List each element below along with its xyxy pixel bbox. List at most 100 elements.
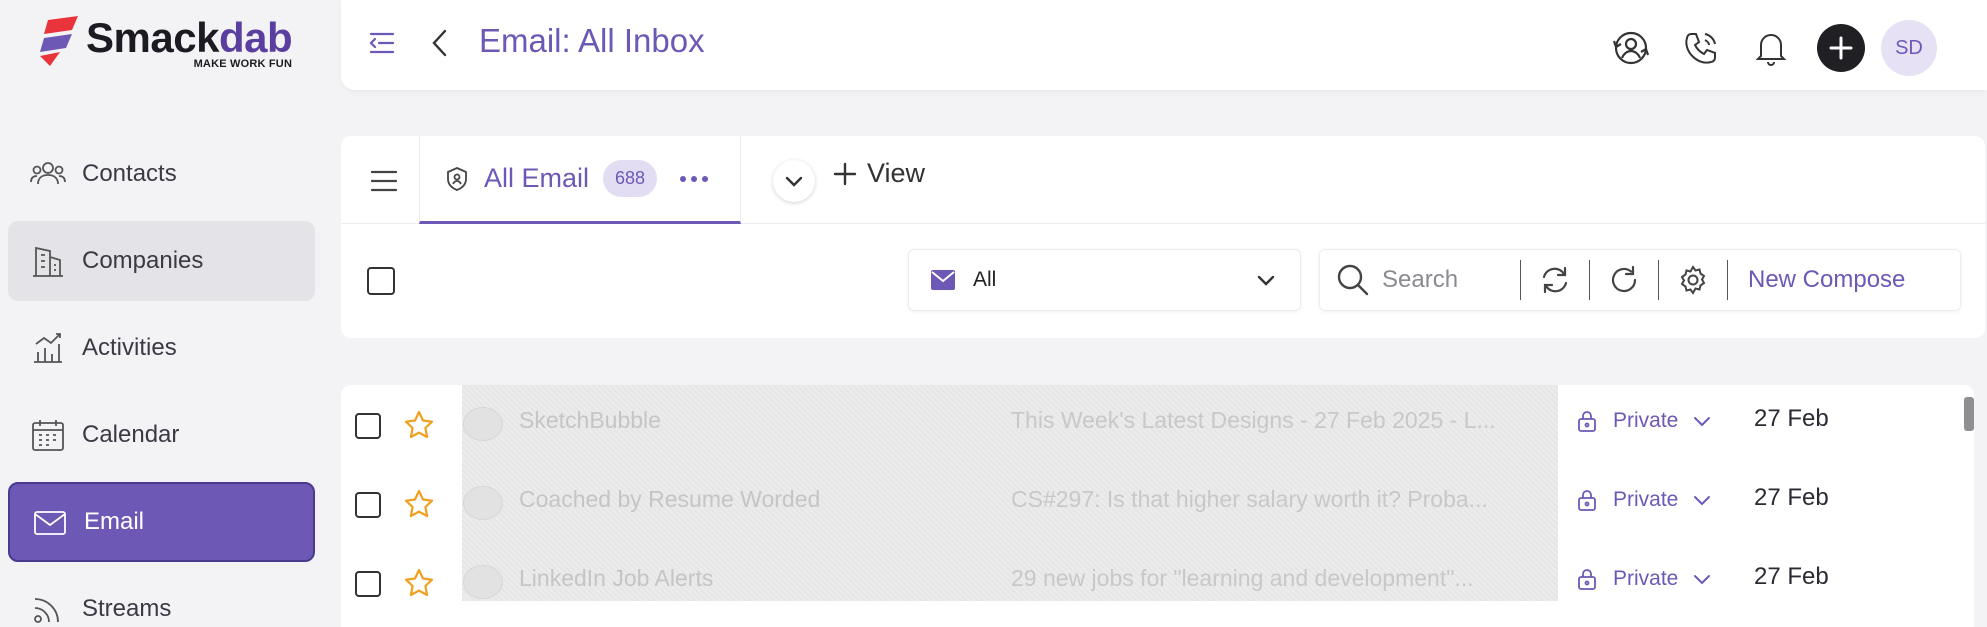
- building-icon: [33, 246, 63, 277]
- chevron-down-icon: [1257, 275, 1275, 286]
- user-sync-icon: [1612, 31, 1650, 65]
- row-checkbox[interactable]: [355, 413, 381, 439]
- email-subject: This Week's Latest Designs - 27 Feb 2025…: [1011, 407, 1496, 433]
- visibility-label: Private: [1613, 488, 1679, 511]
- sidebar-item-label: Companies: [82, 247, 204, 274]
- divider: [1658, 260, 1659, 300]
- collapse-sidebar-icon[interactable]: [365, 26, 399, 60]
- search-input[interactable]: [1382, 266, 1502, 294]
- views-dropdown-button[interactable]: [773, 160, 815, 202]
- sidebar: Smackdab MAKE WORK FUN Contacts Companie…: [0, 0, 340, 627]
- streams-icon: [34, 598, 59, 623]
- divider: [1589, 260, 1590, 300]
- sidebar-item-contacts[interactable]: Contacts: [8, 134, 315, 214]
- star-icon[interactable]: [403, 488, 435, 520]
- chevron-down-icon: [1694, 575, 1711, 585]
- notifications-button[interactable]: [1747, 24, 1795, 72]
- logo-name-part2: dab: [218, 14, 293, 61]
- shield-user-icon: [447, 166, 467, 191]
- sync-icon[interactable]: [1539, 264, 1571, 296]
- email-date: 27 Feb: [1754, 405, 1829, 432]
- tab-all-email[interactable]: All Email 688: [419, 136, 741, 224]
- email-row[interactable]: LinkedIn Job Alerts 29 new jobs for "lea…: [341, 543, 1974, 622]
- sidebar-item-activities[interactable]: Activities: [8, 308, 315, 388]
- plus-icon: [1829, 36, 1853, 60]
- email-date: 27 Feb: [1754, 563, 1829, 590]
- settings-gear-icon[interactable]: [1677, 264, 1709, 296]
- email-sender: LinkedIn Job Alerts: [519, 565, 714, 591]
- create-new-button[interactable]: [1817, 24, 1865, 72]
- add-view-label: View: [867, 158, 926, 188]
- sidebar-nav: Contacts Companies Activities Calendar E…: [8, 134, 315, 627]
- list-scrollbar[interactable]: [1964, 397, 1974, 431]
- lock-icon: [1578, 411, 1596, 432]
- star-icon[interactable]: [403, 567, 435, 599]
- filter-value: All: [973, 268, 997, 291]
- chevron-down-icon: [785, 176, 803, 187]
- email-row[interactable]: SketchBubble This Week's Latest Designs …: [341, 385, 1974, 464]
- tab-label: All Email: [484, 163, 590, 193]
- chevron-down-icon: [1694, 496, 1711, 506]
- top-header: Email: All Inbox SD: [341, 0, 1987, 90]
- more-options-icon[interactable]: [679, 174, 709, 184]
- search-icon: [1337, 264, 1369, 296]
- user-avatar[interactable]: SD: [1881, 20, 1937, 76]
- sidebar-item-label: Calendar: [82, 421, 180, 448]
- visibility-select[interactable]: Private: [1577, 567, 1714, 591]
- divider: [1727, 260, 1728, 300]
- brand-logo[interactable]: Smackdab MAKE WORK FUN: [38, 14, 293, 70]
- tab-count-badge: 688: [603, 160, 658, 197]
- visibility-select[interactable]: Private: [1577, 409, 1714, 433]
- hamburger-menu-icon[interactable]: [369, 166, 399, 196]
- sidebar-item-email[interactable]: Email: [8, 482, 315, 562]
- search-actions-group: New Compose: [1319, 249, 1961, 311]
- email-sender: Coached by Resume Worded: [519, 486, 821, 512]
- email-subject: 29 new jobs for "learning and developmen…: [1011, 565, 1474, 591]
- visibility-label: Private: [1613, 567, 1679, 590]
- email-view-panel: All Email 688 View All Search New Compos…: [341, 136, 1985, 338]
- contacts-icon: [30, 162, 66, 185]
- mailbox-filter-select[interactable]: All: [908, 249, 1301, 311]
- add-view-button[interactable]: View: [833, 158, 925, 189]
- sidebar-item-label: Activities: [82, 334, 177, 361]
- page-title: Email: All Inbox: [479, 22, 705, 59]
- email-toolbar: All New Compose: [341, 224, 1985, 338]
- logo-mark-icon: [40, 16, 78, 66]
- logo-name-part1: Smack: [86, 14, 219, 61]
- view-tabs: All Email 688 View: [341, 136, 1985, 224]
- back-arrow-icon[interactable]: [425, 26, 455, 60]
- email-subject: CS#297: Is that higher salary worth it? …: [1011, 486, 1488, 512]
- star-icon[interactable]: [403, 409, 435, 441]
- lock-icon: [1578, 490, 1596, 511]
- row-checkbox[interactable]: [355, 571, 381, 597]
- sidebar-item-label: Email: [84, 508, 145, 535]
- email-sender: SketchBubble: [519, 407, 661, 433]
- sidebar-item-streams[interactable]: Streams: [8, 569, 315, 627]
- phone-icon: [1685, 33, 1716, 64]
- sidebar-item-companies[interactable]: Companies: [8, 221, 315, 301]
- sender-avatar: [463, 407, 503, 441]
- mail-icon: [34, 511, 66, 535]
- sidebar-item-label: Streams: [82, 595, 172, 622]
- new-compose-button[interactable]: New Compose: [1748, 266, 1905, 294]
- row-checkbox[interactable]: [355, 492, 381, 518]
- select-all-checkbox[interactable]: [367, 267, 395, 295]
- lock-icon: [1578, 569, 1596, 590]
- phone-button[interactable]: [1677, 24, 1725, 72]
- sync-user-button[interactable]: [1607, 24, 1655, 72]
- email-list: SketchBubble This Week's Latest Designs …: [341, 385, 1974, 627]
- activities-icon: [34, 333, 62, 363]
- sender-avatar: [463, 486, 503, 520]
- visibility-select[interactable]: Private: [1577, 488, 1714, 512]
- sidebar-item-calendar[interactable]: Calendar: [8, 395, 315, 475]
- calendar-icon: [32, 420, 64, 451]
- refresh-icon[interactable]: [1608, 264, 1640, 296]
- mail-icon: [931, 270, 955, 290]
- bell-icon: [1755, 34, 1787, 66]
- email-date: 27 Feb: [1754, 484, 1829, 511]
- plus-icon: [833, 162, 857, 185]
- email-row[interactable]: Coached by Resume Worded CS#297: Is that…: [341, 464, 1974, 543]
- visibility-label: Private: [1613, 409, 1679, 432]
- sender-avatar: [463, 565, 503, 599]
- sidebar-item-label: Contacts: [82, 160, 177, 187]
